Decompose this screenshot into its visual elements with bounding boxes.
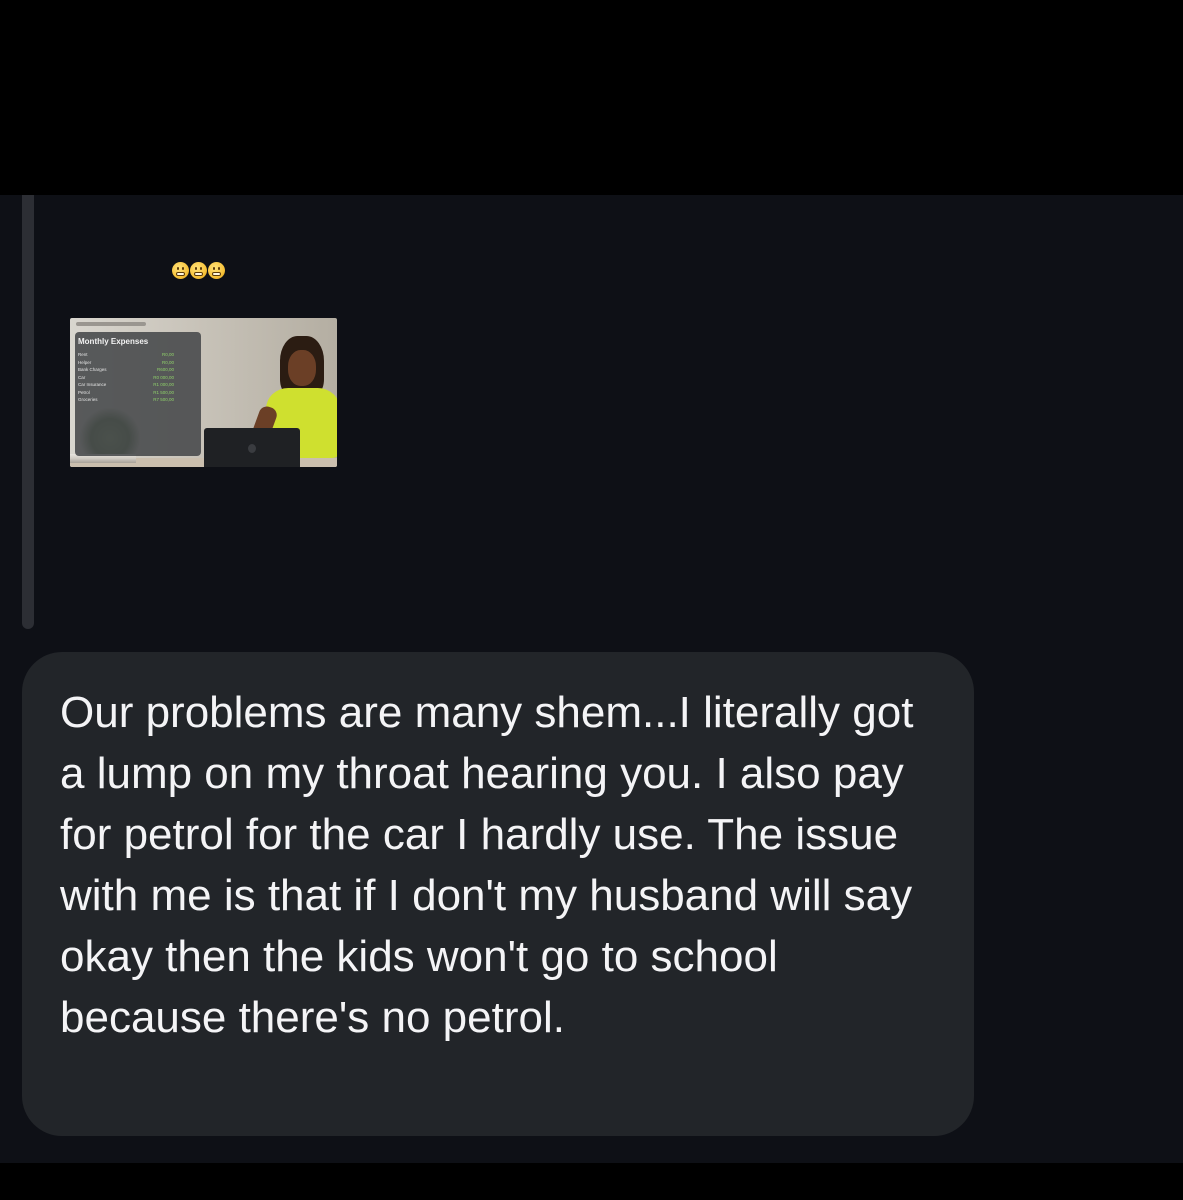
- expense-row: Car R0 000,00: [78, 374, 174, 380]
- grimacing-face-emoji-icon: [172, 262, 189, 279]
- expense-row: Rent R0,00: [78, 352, 174, 357]
- expense-row: Bank Charges R600,00: [78, 367, 174, 372]
- video-thumbnail[interactable]: Monthly Expenses Rent R0,00 Helper R0,00 B…: [70, 318, 337, 467]
- grimacing-face-emoji-icon: [208, 262, 225, 279]
- reply-emoji-row: [172, 262, 225, 279]
- bottom-black-band: [0, 1163, 1183, 1200]
- expenses-card-title: Monthly Expenses: [78, 337, 149, 346]
- thumbnail-laptop: [204, 428, 300, 467]
- grimacing-face-emoji-icon: [190, 262, 207, 279]
- reply-indicator-bar: [22, 195, 34, 629]
- expense-row: Helper R0,00: [78, 359, 174, 365]
- message-bubble[interactable]: Our problems are many shem...I literally…: [22, 652, 974, 1136]
- expense-row: Petrol R1 500,00: [78, 389, 174, 395]
- expenses-card: Monthly Expenses Rent R0,00 Helper R0,00 B…: [75, 332, 201, 456]
- top-black-band: [0, 0, 1183, 195]
- thumbnail-caption-bar: [76, 322, 146, 326]
- expenses-list: Rent R0,00 Helper R0,00 Bank Charges R600,0…: [78, 351, 198, 404]
- message-text: Our problems are many shem...I literally…: [60, 688, 914, 1042]
- expense-row: Car Insurance R1 000,00: [78, 382, 174, 387]
- laptop-logo-icon: [248, 444, 256, 453]
- expense-row: Groceries R7 500,00: [78, 397, 174, 402]
